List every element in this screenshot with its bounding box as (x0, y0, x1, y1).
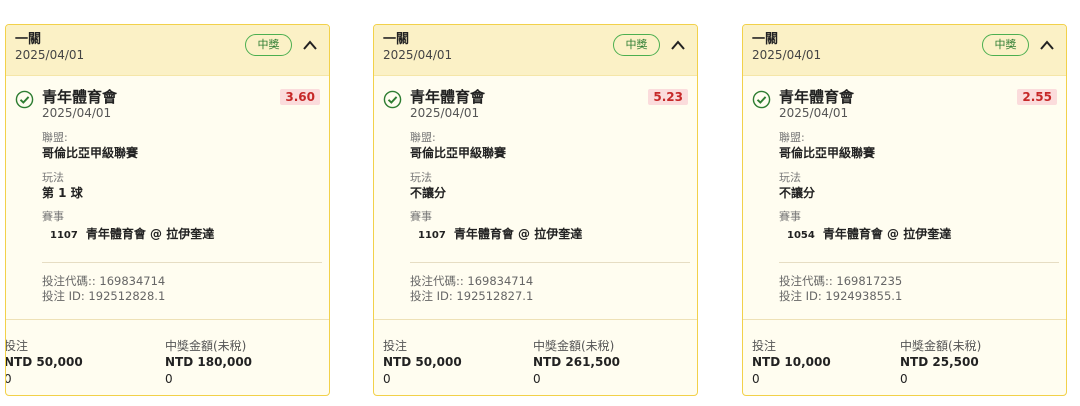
team-name: 青年體育會 (779, 88, 855, 106)
event-number: 1107 (418, 230, 446, 241)
status-badge: 中獎 (245, 34, 292, 56)
event-number: 1054 (787, 230, 815, 241)
stake-sub-value: 0 (6, 372, 12, 386)
league-label: 聯盟: (42, 131, 68, 144)
stake-sub-value: 0 (752, 372, 760, 386)
payout-amount: NTD 261,500 (533, 355, 621, 369)
status-badge: 中獎 (613, 34, 660, 56)
event-teams: 青年體育會 @ 拉伊奎達 (822, 227, 952, 241)
stake-label: 投注 (5, 339, 29, 353)
team-date: 2025/04/01 (410, 106, 480, 120)
stake-sub-value: 0 (383, 372, 391, 386)
check-circle-icon (15, 90, 34, 109)
team-name: 青年體育會 (410, 88, 486, 106)
stake-amount: NTD 50,000 (5, 355, 83, 369)
payout-label: 中獎金額(未稅) (165, 339, 247, 353)
divider (42, 262, 322, 263)
event-label: 賽事 (779, 210, 801, 223)
divider (779, 262, 1059, 263)
play-value: 不讓分 (410, 186, 447, 200)
bet-card: 一關 2025/04/01 中獎 青年體育會 2025/04/01 2.55 聯… (742, 24, 1067, 396)
league-label: 聯盟: (410, 131, 436, 144)
league-label: 聯盟: (779, 131, 805, 144)
status-badge: 中獎 (982, 34, 1029, 56)
payout-sub-value: 0 (900, 372, 908, 386)
team-date: 2025/04/01 (779, 106, 849, 120)
check-circle-icon (752, 90, 771, 109)
footer-divider (374, 319, 697, 320)
chevron-up-icon[interactable] (1038, 37, 1056, 55)
league-value: 哥倫比亞甲級聯賽 (42, 146, 139, 160)
bet-code: 投注代碼:: 169817235 (779, 274, 903, 288)
bet-card: 一關 2025/04/01 中獎 青年體育會 2025/04/01 5.23 聯… (373, 24, 698, 396)
event-label: 賽事 (410, 210, 432, 223)
card-header[interactable]: 一關 2025/04/01 中獎 (374, 25, 697, 76)
bet-type-title: 一關 (383, 32, 410, 47)
odds-badge: 2.55 (1017, 89, 1057, 105)
event-number: 1107 (50, 230, 78, 241)
bet-type-title: 一關 (15, 32, 42, 47)
event-value: 1107 青年體育會 @ 拉伊奎達 (418, 225, 582, 242)
footer-divider (6, 319, 329, 320)
bet-card: 一關 2025/04/01 中獎 青年體育會 2025/04/01 3.60 聯… (5, 24, 330, 396)
payout-sub-value: 0 (165, 372, 173, 386)
chevron-up-icon[interactable] (301, 37, 319, 55)
play-label: 玩法 (779, 171, 801, 184)
event-teams: 青年體育會 @ 拉伊奎達 (85, 227, 215, 241)
bet-id: 投注 ID: 192512828.1 (42, 289, 166, 303)
bet-date: 2025/04/01 (15, 48, 85, 62)
chevron-up-icon[interactable] (669, 37, 687, 55)
play-value: 不讓分 (779, 186, 816, 200)
bet-date: 2025/04/01 (752, 48, 822, 62)
event-value: 1054 青年體育會 @ 拉伊奎達 (787, 225, 951, 242)
odds-badge: 5.23 (648, 89, 688, 105)
play-label: 玩法 (410, 171, 432, 184)
payout-amount: NTD 180,000 (165, 355, 253, 369)
league-value: 哥倫比亞甲級聯賽 (410, 146, 507, 160)
bet-code: 投注代碼:: 169834714 (42, 274, 166, 288)
stake-label: 投注 (752, 339, 777, 353)
check-circle-icon (383, 90, 402, 109)
bet-type-title: 一關 (752, 32, 779, 47)
footer-divider (743, 319, 1066, 320)
event-label: 賽事 (42, 210, 64, 223)
team-name: 青年體育會 (42, 88, 118, 106)
bet-id: 投注 ID: 192512827.1 (410, 289, 534, 303)
event-teams: 青年體育會 @ 拉伊奎達 (453, 227, 583, 241)
bet-id: 投注 ID: 192493855.1 (779, 289, 903, 303)
payout-label: 中獎金額(未稅) (900, 339, 982, 353)
stake-label: 投注 (383, 339, 408, 353)
stake-amount: NTD 10,000 (752, 355, 831, 369)
payout-sub-value: 0 (533, 372, 541, 386)
card-header[interactable]: 一關 2025/04/01 中獎 (743, 25, 1066, 76)
league-value: 哥倫比亞甲級聯賽 (779, 146, 876, 160)
divider (410, 262, 690, 263)
payout-amount: NTD 25,500 (900, 355, 979, 369)
payout-label: 中獎金額(未稅) (533, 339, 615, 353)
stake-amount: NTD 50,000 (383, 355, 462, 369)
event-value: 1107 青年體育會 @ 拉伊奎達 (50, 225, 214, 242)
bet-code: 投注代碼:: 169834714 (410, 274, 534, 288)
odds-badge: 3.60 (280, 89, 320, 105)
card-header[interactable]: 一關 2025/04/01 中獎 (6, 25, 329, 76)
bet-date: 2025/04/01 (383, 48, 453, 62)
play-value: 第 1 球 (42, 186, 83, 200)
play-label: 玩法 (42, 171, 64, 184)
team-date: 2025/04/01 (42, 106, 112, 120)
